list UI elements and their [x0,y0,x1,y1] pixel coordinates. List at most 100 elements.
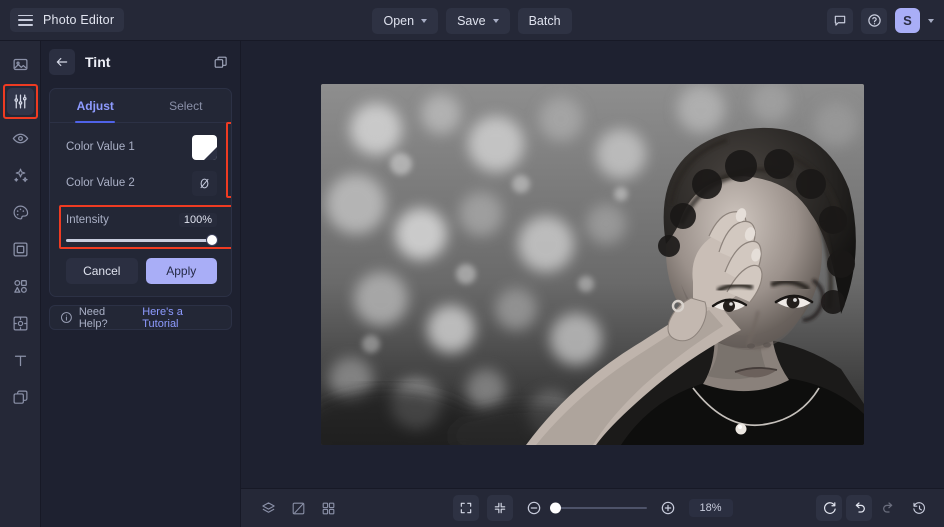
cancel-label: Cancel [83,264,121,278]
color-value-1-swatch-wrap [192,134,217,160]
grid-icon [322,502,334,514]
chevron-down-icon [421,19,428,23]
account-chevron-down-icon[interactable] [928,18,934,23]
history-icon [912,501,925,514]
redo-icon [883,502,893,513]
tint-card: Adjust Select Color Value 1 Color Value … [49,88,232,297]
color-value-2-swatch[interactable] [192,170,217,196]
zoom-out-button[interactable] [521,495,547,521]
comment-icon [834,15,846,26]
eye-icon [12,133,28,144]
color-value-1-swatch[interactable] [192,134,217,160]
panel-header: Tint [41,41,240,83]
collapse-button[interactable] [486,495,513,521]
zoom-in-button[interactable] [655,495,681,521]
frame-icon [12,242,28,257]
bottom-left-tools [255,495,341,521]
color-rows: Color Value 1 Color Value 2 [50,122,231,205]
page-title: Tint [85,54,111,70]
layers-panel-button[interactable] [255,495,281,521]
portrait-photo-graphic [321,84,864,445]
zoom-slider[interactable] [549,502,647,514]
tab-select[interactable]: Select [141,89,232,122]
photo-image[interactable] [321,84,864,445]
tutorial-link[interactable]: Here's a Tutorial [142,306,221,330]
sidebar-item-crop[interactable] [7,310,34,337]
hamburger-icon [18,14,33,26]
intensity-slider[interactable] [66,232,218,248]
top-right-tools: S [827,0,934,41]
batch-button[interactable]: Batch [517,7,572,34]
save-label: Save [457,13,486,28]
zoom-out-icon [527,501,540,515]
history-button[interactable] [906,495,932,521]
no-color-icon [200,178,209,188]
help-banner[interactable]: Need Help? Here's a Tutorial [49,305,232,330]
compare-button[interactable] [285,495,311,521]
layers-stack-icon [261,501,275,513]
canvas-area[interactable] [241,41,944,488]
sidebar-item-text[interactable] [7,347,34,374]
sidebar-item-image[interactable] [7,51,34,78]
apply-label: Apply [166,264,197,278]
sidebar-item-layers[interactable] [7,384,34,411]
color-value-2-swatch-wrap [192,170,217,196]
app-title: Photo Editor [43,13,115,27]
color-value-1-row: Color Value 1 [50,129,231,165]
text-icon [14,355,26,367]
arrow-left-icon [56,57,68,67]
crop-icon [13,316,27,331]
sliders-icon [13,94,27,109]
reset-button[interactable] [816,495,842,521]
photo-editor-window: Photo Editor Open Save Batch S Tint Adju… [0,0,944,527]
apply-button[interactable]: Apply [145,258,217,284]
sidebar-item-effects[interactable] [7,162,34,189]
palette-icon [13,205,28,220]
avatar[interactable]: S [895,8,920,33]
collapse-icon [494,502,505,514]
fit-to-screen-button[interactable] [452,495,479,521]
color-value-1-label: Color Value 1 [66,141,135,153]
sidebar-item-shapes[interactable] [7,273,34,300]
zoom-level[interactable]: 18% [688,499,733,517]
question-circle-icon [867,14,881,27]
top-toolbar: Photo Editor Open Save Batch S [0,0,944,41]
app-menu-button[interactable]: Photo Editor [10,8,125,32]
redo-button[interactable] [876,495,902,521]
info-icon [61,312,72,323]
sparkles-icon [13,168,28,183]
back-button[interactable] [49,49,75,75]
sidebar-item-adjust[interactable] [2,84,38,119]
tab-adjust-label: Adjust [76,98,114,113]
undo-icon [855,502,865,513]
help-button[interactable] [861,7,887,34]
sidebar-item-color[interactable] [7,199,34,226]
zoom-slider-thumb[interactable] [549,502,561,514]
chevron-down-icon [492,19,499,23]
open-label: Open [383,13,415,28]
intensity-label: Intensity [66,214,109,226]
panel-actions: Cancel Apply [50,248,231,296]
history-controls [816,495,932,521]
tab-select-label: Select [169,98,203,113]
intensity-slider-track[interactable] [66,238,217,242]
grid-button[interactable] [315,495,341,521]
intensity-slider-thumb[interactable] [206,234,218,246]
shapes-icon [13,279,27,293]
cancel-button[interactable]: Cancel [66,258,138,284]
open-button[interactable]: Open [372,7,439,34]
tool-panel: Tint Adjust Select Color Value 1 Color V… [41,41,241,527]
bottom-toolbar: 18% [241,488,944,527]
save-button[interactable]: Save [446,7,510,34]
help-text: Need Help? [78,305,108,330]
intensity-header: Intensity 100% [66,211,217,229]
intensity-control: Intensity 100% [59,205,231,249]
tab-adjust[interactable]: Adjust [50,89,141,122]
feedback-button[interactable] [827,7,853,34]
undo-button[interactable] [846,495,872,521]
color-value-2-row: Color Value 2 [50,165,231,201]
layers-icon [13,390,27,404]
duplicate-button[interactable] [210,52,230,72]
sidebar-item-frame[interactable] [7,236,34,263]
sidebar-item-retouch[interactable] [7,125,34,152]
